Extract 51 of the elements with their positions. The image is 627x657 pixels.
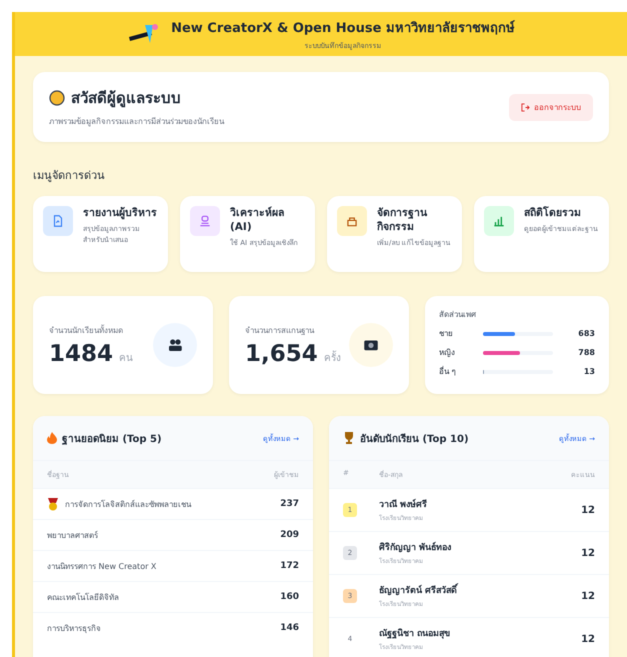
camera-icon <box>349 323 393 367</box>
table-cell: 209 <box>280 530 299 540</box>
welcome-title: สวัสดีผู้ดูแลระบบ <box>71 88 181 110</box>
card-title: สัดส่วนเพศ <box>439 309 477 321</box>
gender-count: 788 <box>577 348 595 357</box>
score: 12 <box>581 504 595 516</box>
app-title: New CreatorX & Open House มหาวิทยาลัยราชพฤกษ์ <box>171 19 515 38</box>
box-icon <box>337 206 367 236</box>
medal-icon <box>47 498 59 510</box>
welcome-subtitle: ภาพรวมข้อมูลกิจกรรมและการมีส่วนร่วมของนักเรียน <box>49 116 224 128</box>
stat-unit: ครั้ง <box>324 350 341 364</box>
trophy-icon <box>343 432 355 444</box>
table-cell-text: งานนิทรรศการ New Creator X <box>47 560 156 572</box>
gender-count: 13 <box>582 367 595 376</box>
fire-icon <box>47 432 57 444</box>
logout-button[interactable]: ออกจากระบบ <box>509 94 593 120</box>
logout-icon <box>521 102 530 112</box>
stat-label: จำนวนนักเรียนทั้งหมด <box>49 324 124 336</box>
table-cell-text: คณะเทคโนโลยีดิจิทัล <box>47 592 119 604</box>
table-title: ฐานยอดนิยม (Top 5) <box>62 432 162 446</box>
table-cell-text: การจัดการโลจิสติกส์และซัพพลายเชน <box>65 498 191 510</box>
bar-chart-icon <box>484 206 514 236</box>
people-icon <box>153 323 197 367</box>
student-name: ณัฐฐนิชา ถนอมสุข <box>379 627 452 640</box>
table-title: อันดับนักเรียน (Top 10) <box>360 432 469 446</box>
section-title: เมนูจัดการด่วน <box>33 168 106 184</box>
stat-value: 1484 <box>49 340 114 366</box>
gender-label: หญิง <box>439 347 456 359</box>
menu-title: วิเคราะห์ผล (AI) <box>230 206 285 234</box>
menu-title: รายงานผู้บริหาร <box>83 206 158 220</box>
student-name: ธัญญารัตน์ ศรีสวัสดิ์ <box>379 583 582 597</box>
gender-label: อื่น ๆ <box>439 365 457 378</box>
table-cell: 146 <box>280 623 299 633</box>
table-cell-text: พยาบาลศาสตร์ <box>47 530 98 542</box>
table-cell: 160 <box>280 592 299 602</box>
stat-unit: คน <box>119 352 134 364</box>
gender-label: ชาย <box>439 328 454 340</box>
student-name: ศิริกัญญา พันธ์ทอง <box>379 540 452 554</box>
score: 12 <box>581 548 595 558</box>
stat-label: จำนวนการสแกนฐาน <box>245 324 316 336</box>
table-cell: 237 <box>280 499 299 509</box>
table-cell-text: การบริหารธุรกิจ <box>47 622 101 634</box>
stat-value: 1,654 <box>245 340 318 366</box>
menu-title: จัดการฐานกิจกรรม <box>377 206 428 234</box>
student-name: วาณี พงษ์ศรี <box>379 498 428 511</box>
gender-count: 683 <box>577 329 595 338</box>
score: 12 <box>581 590 595 602</box>
menu-title: สถิติโดยรวม <box>524 206 582 220</box>
document-icon <box>43 206 73 236</box>
score: 12 <box>581 634 595 644</box>
table-cell: 172 <box>280 561 299 571</box>
